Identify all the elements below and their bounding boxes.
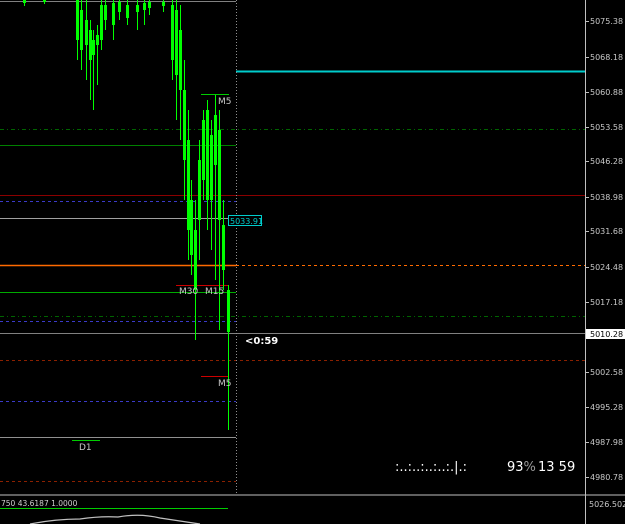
candle-body (100, 5, 103, 40)
candle-body (112, 3, 115, 25)
price-label: 5002.58 (590, 368, 623, 377)
candle-body (214, 115, 217, 165)
candle-body (187, 140, 190, 230)
candle-body (43, 0, 46, 2)
candle-body (96, 35, 99, 45)
candle-body (80, 10, 83, 50)
price-label: 5075.38 (590, 17, 623, 26)
candle-body (190, 200, 193, 255)
candle-body (136, 5, 139, 12)
price-label: 5046.28 (590, 157, 623, 166)
price-label: 5017.18 (590, 298, 623, 307)
candle-body (126, 5, 129, 18)
candle-body (89, 30, 92, 60)
price-label: 5038.98 (590, 193, 623, 202)
bar-timer: <0:59 (245, 336, 278, 347)
info-percent-value: 93 (507, 460, 524, 475)
label-m15: M15 (205, 287, 224, 297)
label-m30: M30 (179, 287, 198, 297)
candle-body (218, 130, 221, 220)
price-label: 4980.78 (590, 473, 623, 482)
candle-body (162, 2, 165, 6)
info-dots: :..:..:..:..:.|.: (395, 460, 467, 475)
candle-body (222, 225, 225, 270)
current-price-text: 5010.28 (590, 330, 623, 339)
candle-body (206, 110, 209, 200)
candle-body (179, 30, 182, 90)
info-percent-sign: % (524, 460, 536, 475)
price-label: 4987.98 (590, 438, 623, 447)
info-percent: 93% (507, 460, 536, 475)
candle-body (198, 160, 201, 220)
price-tag-text: 5033.91 (230, 217, 263, 226)
candle-body (23, 0, 26, 3)
candle-body (202, 120, 205, 180)
indicator-params: 750 43.6187 1.0000 (1, 499, 78, 508)
price-label: 5068.18 (590, 53, 623, 62)
indicator-axis-value: 5026.5023 (589, 500, 625, 509)
info-numbers: 13 59 (538, 460, 575, 475)
price-label: 5053.58 (590, 123, 623, 132)
candle-body (171, 5, 174, 60)
candle-body (143, 3, 146, 10)
chart-window[interactable]: M5 M30 M15 M5 D1 5033.91 <0:59 :..:..:..… (0, 0, 625, 524)
candle-body (92, 40, 95, 55)
candle-body (148, 2, 151, 8)
price-label: 5031.68 (590, 227, 623, 236)
candle-body (227, 290, 230, 332)
candle-body (104, 5, 107, 20)
candle-body (194, 230, 197, 290)
candle-body (118, 2, 121, 12)
price-label: 4995.28 (590, 403, 623, 412)
candle-body (76, 0, 79, 40)
price-label: 5024.48 (590, 263, 623, 272)
candle-body (210, 135, 213, 200)
candle-body (183, 90, 186, 160)
price-label: 5060.88 (590, 88, 623, 97)
candle-body (175, 10, 178, 75)
candle-body (85, 20, 88, 45)
label-m5-lower: M5 (218, 379, 232, 389)
label-d1: D1 (79, 443, 92, 453)
label-m5-upper: M5 (218, 97, 232, 107)
